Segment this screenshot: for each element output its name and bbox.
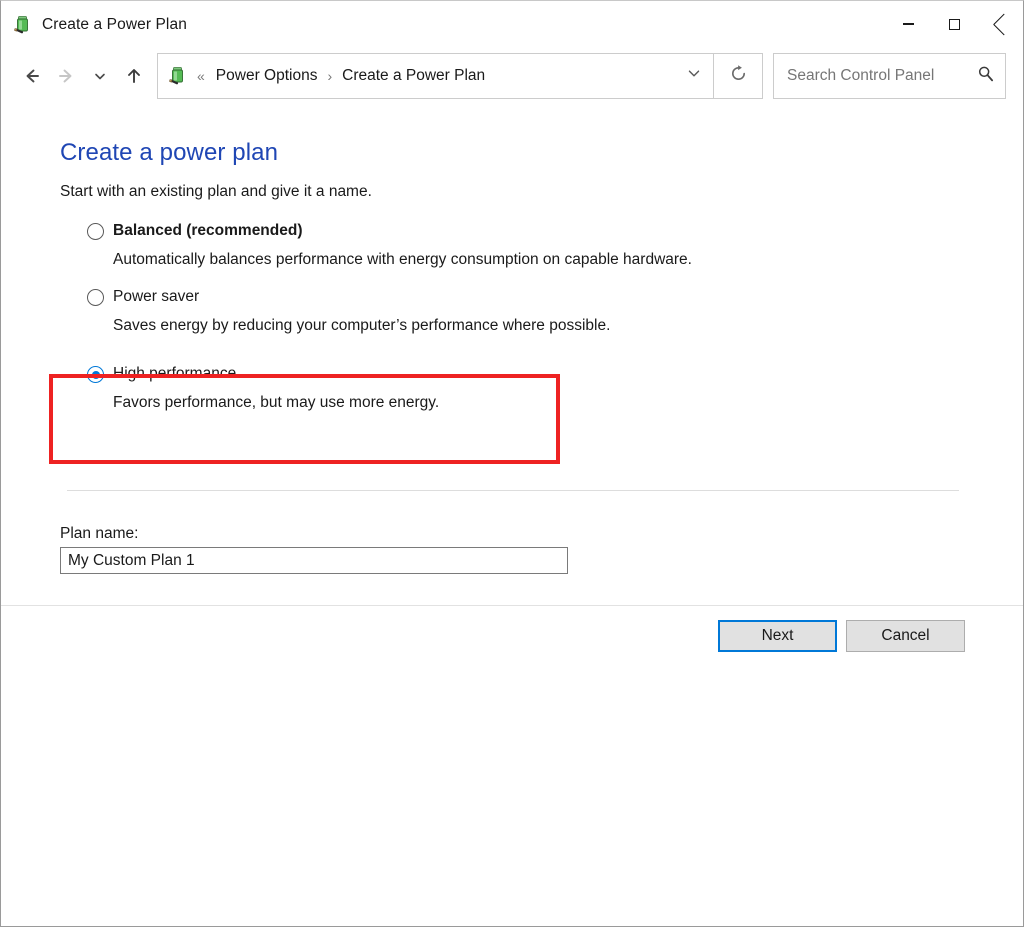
- option-description-power-saver: Saves energy by reducing your computer’s…: [113, 315, 1023, 337]
- option-description-balanced: Automatically balances performance with …: [113, 249, 1023, 271]
- minimize-button[interactable]: [885, 1, 931, 47]
- footer-bar: Next Cancel: [1, 606, 1023, 680]
- maximize-button[interactable]: [931, 1, 977, 47]
- option-label-power-saver[interactable]: Power saver: [113, 286, 199, 308]
- option-power-saver[interactable]: Power saver Saves energy by reducing you…: [1, 286, 1023, 337]
- power-plan-options-group: Balanced (recommended) Automatically bal…: [1, 220, 1023, 429]
- window-controls: [885, 1, 1023, 47]
- forward-button[interactable]: [49, 59, 83, 93]
- radio-high-performance[interactable]: [87, 366, 104, 383]
- window-title: Create a Power Plan: [42, 16, 187, 34]
- close-button[interactable]: [977, 1, 1023, 47]
- minimize-icon: [903, 23, 914, 25]
- address-dropdown-button[interactable]: [679, 56, 709, 96]
- breadcrumb-overflow[interactable]: «: [197, 68, 205, 84]
- breadcrumb-power-options[interactable]: Power Options: [215, 65, 319, 87]
- refresh-button[interactable]: [713, 53, 763, 99]
- radio-power-saver[interactable]: [87, 289, 104, 306]
- plan-name-label: Plan name:: [60, 525, 138, 543]
- back-button[interactable]: [15, 59, 49, 93]
- cancel-button[interactable]: Cancel: [846, 620, 965, 652]
- recent-pages-button[interactable]: [83, 59, 117, 93]
- page-subtitle: Start with an existing plan and give it …: [60, 183, 372, 201]
- option-label-balanced[interactable]: Balanced (recommended): [113, 220, 303, 242]
- plan-name-input[interactable]: My Custom Plan 1: [60, 547, 568, 574]
- next-button[interactable]: Next: [718, 620, 837, 652]
- section-divider: [67, 490, 959, 491]
- arrow-up-icon: [124, 66, 144, 86]
- maximize-icon: [949, 19, 960, 30]
- option-description-high-performance: Favors performance, but may use more ene…: [113, 392, 1023, 414]
- breadcrumb-separator-icon: ›: [327, 68, 332, 84]
- search-box[interactable]: Search Control Panel: [773, 53, 1006, 99]
- empty-area: [1, 680, 1023, 926]
- search-input[interactable]: Search Control Panel: [787, 67, 976, 85]
- title-bar: Create a Power Plan: [1, 1, 1023, 49]
- search-icon[interactable]: [976, 64, 995, 88]
- create-power-plan-window: Create a Power Plan: [0, 0, 1024, 927]
- page-title: Create a power plan: [60, 139, 278, 167]
- radio-balanced[interactable]: [87, 223, 104, 240]
- chevron-down-icon: [685, 64, 703, 87]
- option-balanced[interactable]: Balanced (recommended) Automatically bal…: [1, 220, 1023, 271]
- breadcrumb-create-a-power-plan[interactable]: Create a Power Plan: [341, 65, 486, 87]
- main-content: Create a power plan Start with an existi…: [1, 102, 1023, 605]
- power-plan-icon: [13, 15, 33, 35]
- navigation-bar: « Power Options › Create a Power Plan: [1, 49, 1023, 102]
- option-label-high-performance[interactable]: High performance: [113, 363, 236, 385]
- arrow-left-icon: [22, 66, 42, 86]
- chevron-down-icon: [90, 66, 110, 86]
- option-high-performance[interactable]: High performance Favors performance, but…: [1, 363, 1023, 414]
- up-button[interactable]: [117, 59, 151, 93]
- refresh-icon: [729, 64, 748, 88]
- address-bar[interactable]: « Power Options › Create a Power Plan: [157, 53, 714, 99]
- arrow-right-icon: [56, 66, 76, 86]
- close-icon: [994, 18, 1007, 31]
- address-power-plan-icon: [168, 66, 188, 86]
